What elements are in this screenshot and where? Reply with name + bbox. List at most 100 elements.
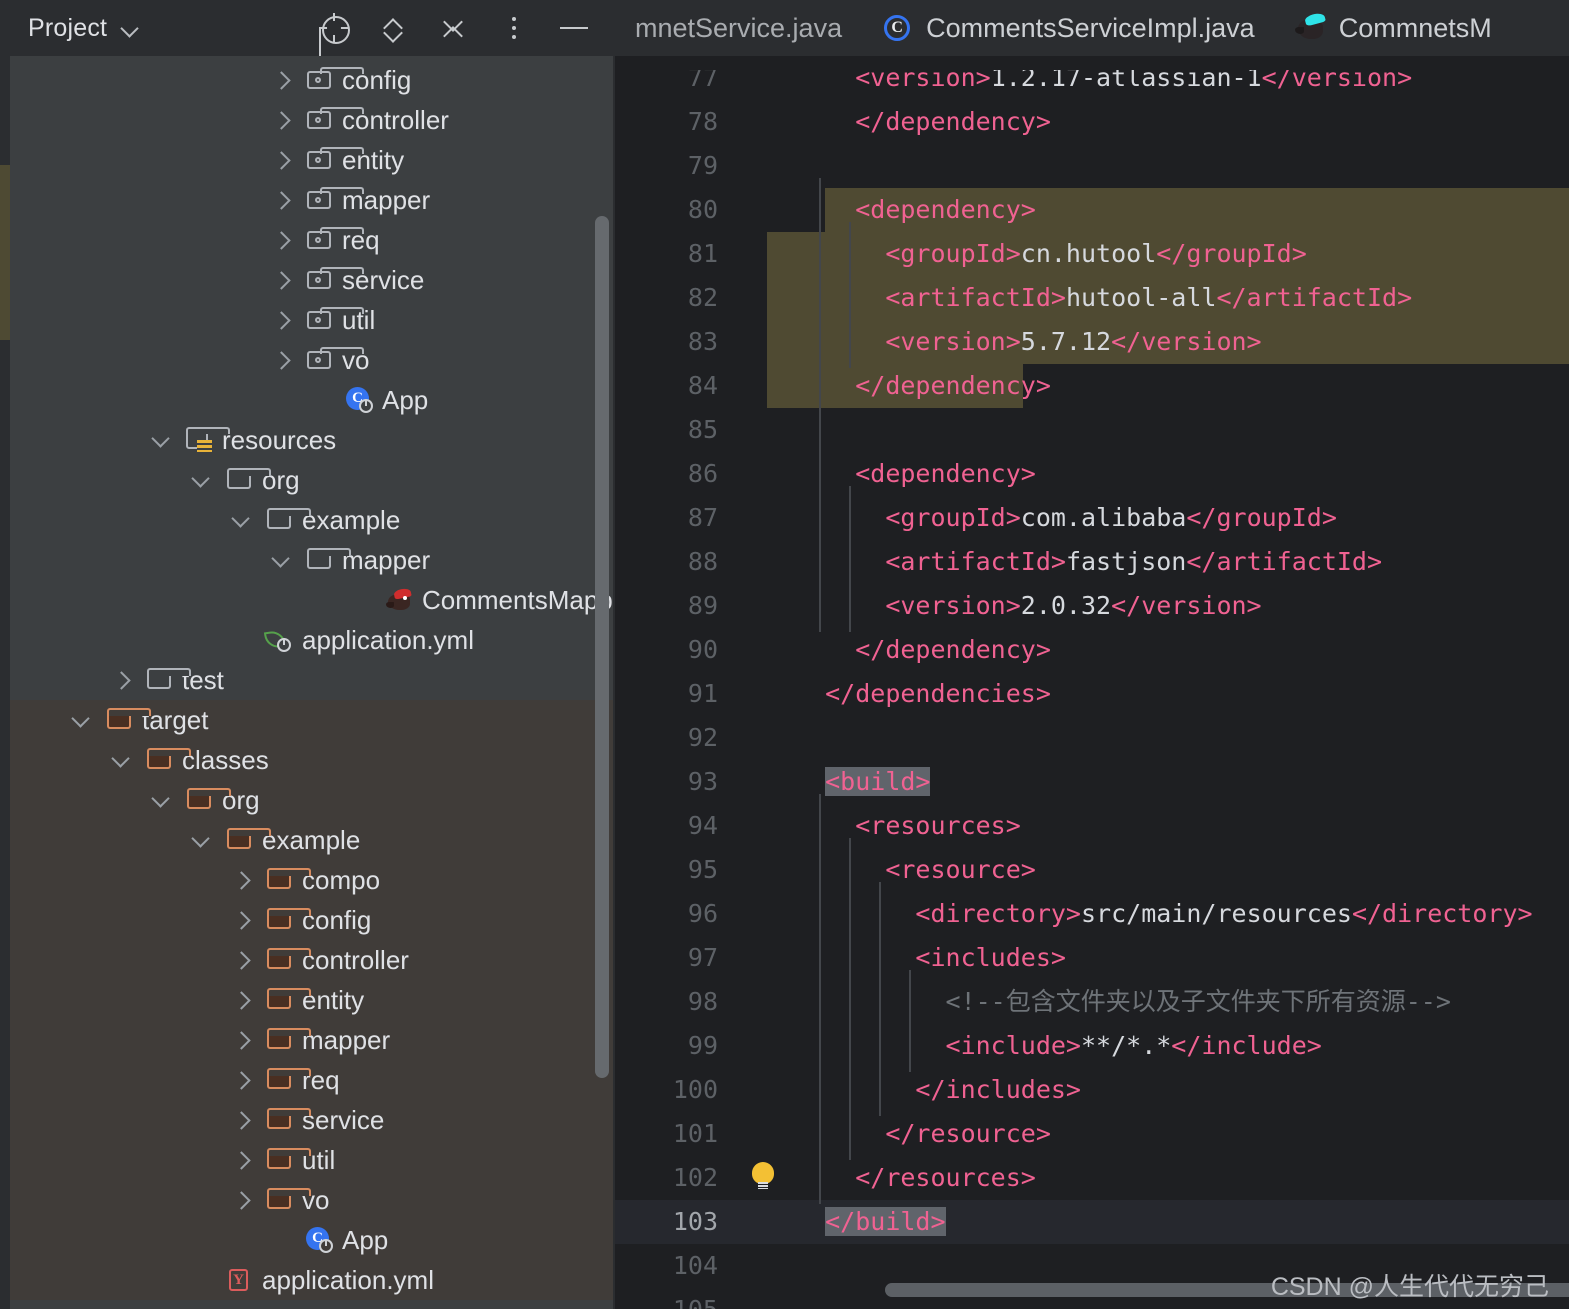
chevron-down-icon[interactable] <box>190 829 212 851</box>
code-editor[interactable]: 77 <version>1.2.17-atlassian-1</version>… <box>615 56 1569 1309</box>
line-number: 83 <box>687 327 718 356</box>
editor-tab-commnetsm[interactable]: CommnetsM <box>1275 0 1512 56</box>
folder-orange-icon <box>224 825 271 855</box>
tree-item-label: service <box>302 1105 385 1135</box>
hide-panel-icon[interactable] <box>559 13 589 43</box>
gutter-icons <box>740 1112 795 1156</box>
editor-tab-commentsserviceimpl-java[interactable]: C CommentsServiceImpl.java <box>862 0 1275 56</box>
folder-orange-icon <box>104 705 151 735</box>
tree-item-controller[interactable]: controller <box>10 940 615 980</box>
tree-item-entity[interactable]: entity <box>10 140 615 180</box>
chevron-right-icon[interactable] <box>270 69 292 91</box>
code-tag: <include> <box>945 1031 1081 1060</box>
tree-item-config[interactable]: config <box>10 60 615 100</box>
code-line-101: 101 </resource> <box>615 1112 1569 1156</box>
tree-item-mapper[interactable]: mapper <box>10 180 615 220</box>
tree-item-vo[interactable]: vo <box>10 1180 615 1220</box>
chevron-down-icon[interactable] <box>270 549 292 571</box>
tree-item-service[interactable]: service <box>10 260 615 300</box>
tree-item-classes[interactable]: classes <box>10 740 615 780</box>
chevron-down-icon[interactable] <box>70 709 92 731</box>
tree-item-entity[interactable]: entity <box>10 980 615 1020</box>
chevron-right-icon[interactable] <box>230 1069 252 1091</box>
chevron-right-icon[interactable] <box>270 149 292 171</box>
tree-item-mapper[interactable]: mapper <box>10 1020 615 1060</box>
tree-item-service[interactable]: service <box>10 1100 615 1140</box>
chevron-down-icon[interactable] <box>230 509 252 531</box>
chevron-down-icon[interactable] <box>190 469 212 491</box>
tree-item-req[interactable]: req <box>10 1060 615 1100</box>
panel-action-buttons <box>319 12 603 46</box>
tree-item-application-yml[interactable]: Yapplication.yml <box>10 1260 615 1300</box>
chevron-right-icon[interactable] <box>230 989 252 1011</box>
line-number: 101 <box>672 1119 718 1148</box>
chevron-right-icon[interactable] <box>110 669 132 691</box>
collapse-all-icon[interactable] <box>439 12 469 46</box>
chevron-down-icon[interactable] <box>150 429 172 451</box>
project-panel-header: Project <box>10 0 615 56</box>
tree-item-commentsmapper-xm[interactable]: CommentsMapper.xm <box>10 580 615 620</box>
tree-item-resources[interactable]: resources <box>10 420 615 460</box>
tree-gap <box>252 1040 264 1041</box>
tree-gap <box>252 1120 264 1121</box>
expand-all-icon[interactable] <box>379 13 409 43</box>
tree-item-org[interactable]: org <box>10 780 615 820</box>
chevron-down-icon[interactable] <box>150 789 172 811</box>
editor-tab-mnetservice-java[interactable]: mnetService.java <box>615 0 862 56</box>
code-line-91: 91 </dependencies> <box>615 672 1569 716</box>
chevron-right-icon[interactable] <box>230 1109 252 1131</box>
code-text: <directory>src/main/resources</directory… <box>795 892 1569 936</box>
line-number: 84 <box>687 371 718 400</box>
project-tree-scrollbar[interactable] <box>595 216 609 1078</box>
tree-item-config[interactable]: config <box>10 900 615 940</box>
more-options-icon[interactable] <box>499 13 529 43</box>
tree-item-req[interactable]: req <box>10 220 615 260</box>
folder-orange-icon <box>264 1065 311 1095</box>
tree-item-label: mapper <box>342 545 431 575</box>
chevron-down-icon[interactable] <box>110 749 132 771</box>
folder-orange-icon <box>184 785 231 815</box>
line-number: 105 <box>615 1288 740 1309</box>
tree-item-target[interactable]: target <box>10 700 615 740</box>
line-number: 79 <box>687 151 718 180</box>
chevron-right-icon[interactable] <box>270 349 292 371</box>
tree-item-compo[interactable]: compo <box>10 860 615 900</box>
chevron-right-icon[interactable] <box>230 949 252 971</box>
folder-orange-icon <box>264 1025 311 1055</box>
tree-item-app[interactable]: C App <box>10 1220 615 1260</box>
code-line-88: 88 <artifactId>fastjson</artifactId> <box>615 540 1569 584</box>
code-tag: </includes> <box>915 1075 1081 1104</box>
chevron-right-icon[interactable] <box>270 269 292 291</box>
tree-item-test[interactable]: test <box>10 660 615 700</box>
tree-item-vo[interactable]: vo <box>10 340 615 380</box>
select-opened-file-icon[interactable] <box>319 13 350 44</box>
code-line-103: 103 </build> <box>615 1200 1569 1244</box>
chevron-right-icon[interactable] <box>270 189 292 211</box>
tree-item-mapper[interactable]: mapper <box>10 540 615 580</box>
code-text: </build> <box>795 1200 1569 1244</box>
tree-no-arrow <box>350 589 372 611</box>
tree-item-application-yml[interactable]: application.yml <box>10 620 615 660</box>
tree-item-controller[interactable]: controller <box>10 100 615 140</box>
chevron-right-icon[interactable] <box>230 869 252 891</box>
page-title: Project <box>28 13 108 42</box>
tree-item-example[interactable]: example <box>10 500 615 540</box>
tree-item-org[interactable]: org <box>10 460 615 500</box>
tree-item-util[interactable]: util <box>10 300 615 340</box>
tree-item-util[interactable]: util <box>10 1140 615 1180</box>
chevron-right-icon[interactable] <box>230 909 252 931</box>
lightbulb-icon[interactable] <box>752 1162 774 1189</box>
chevron-right-icon[interactable] <box>230 1149 252 1171</box>
chevron-right-icon[interactable] <box>270 309 292 331</box>
chevron-right-icon[interactable] <box>230 1029 252 1051</box>
chevron-right-icon[interactable] <box>270 109 292 131</box>
chevron-right-icon[interactable] <box>230 1189 252 1211</box>
chevron-right-icon[interactable] <box>270 229 292 251</box>
tree-item-app[interactable]: C App <box>10 380 615 420</box>
chevron-down-icon[interactable] <box>121 19 139 37</box>
tree-item-example[interactable]: example <box>10 820 615 860</box>
line-number: 91 <box>687 679 718 708</box>
